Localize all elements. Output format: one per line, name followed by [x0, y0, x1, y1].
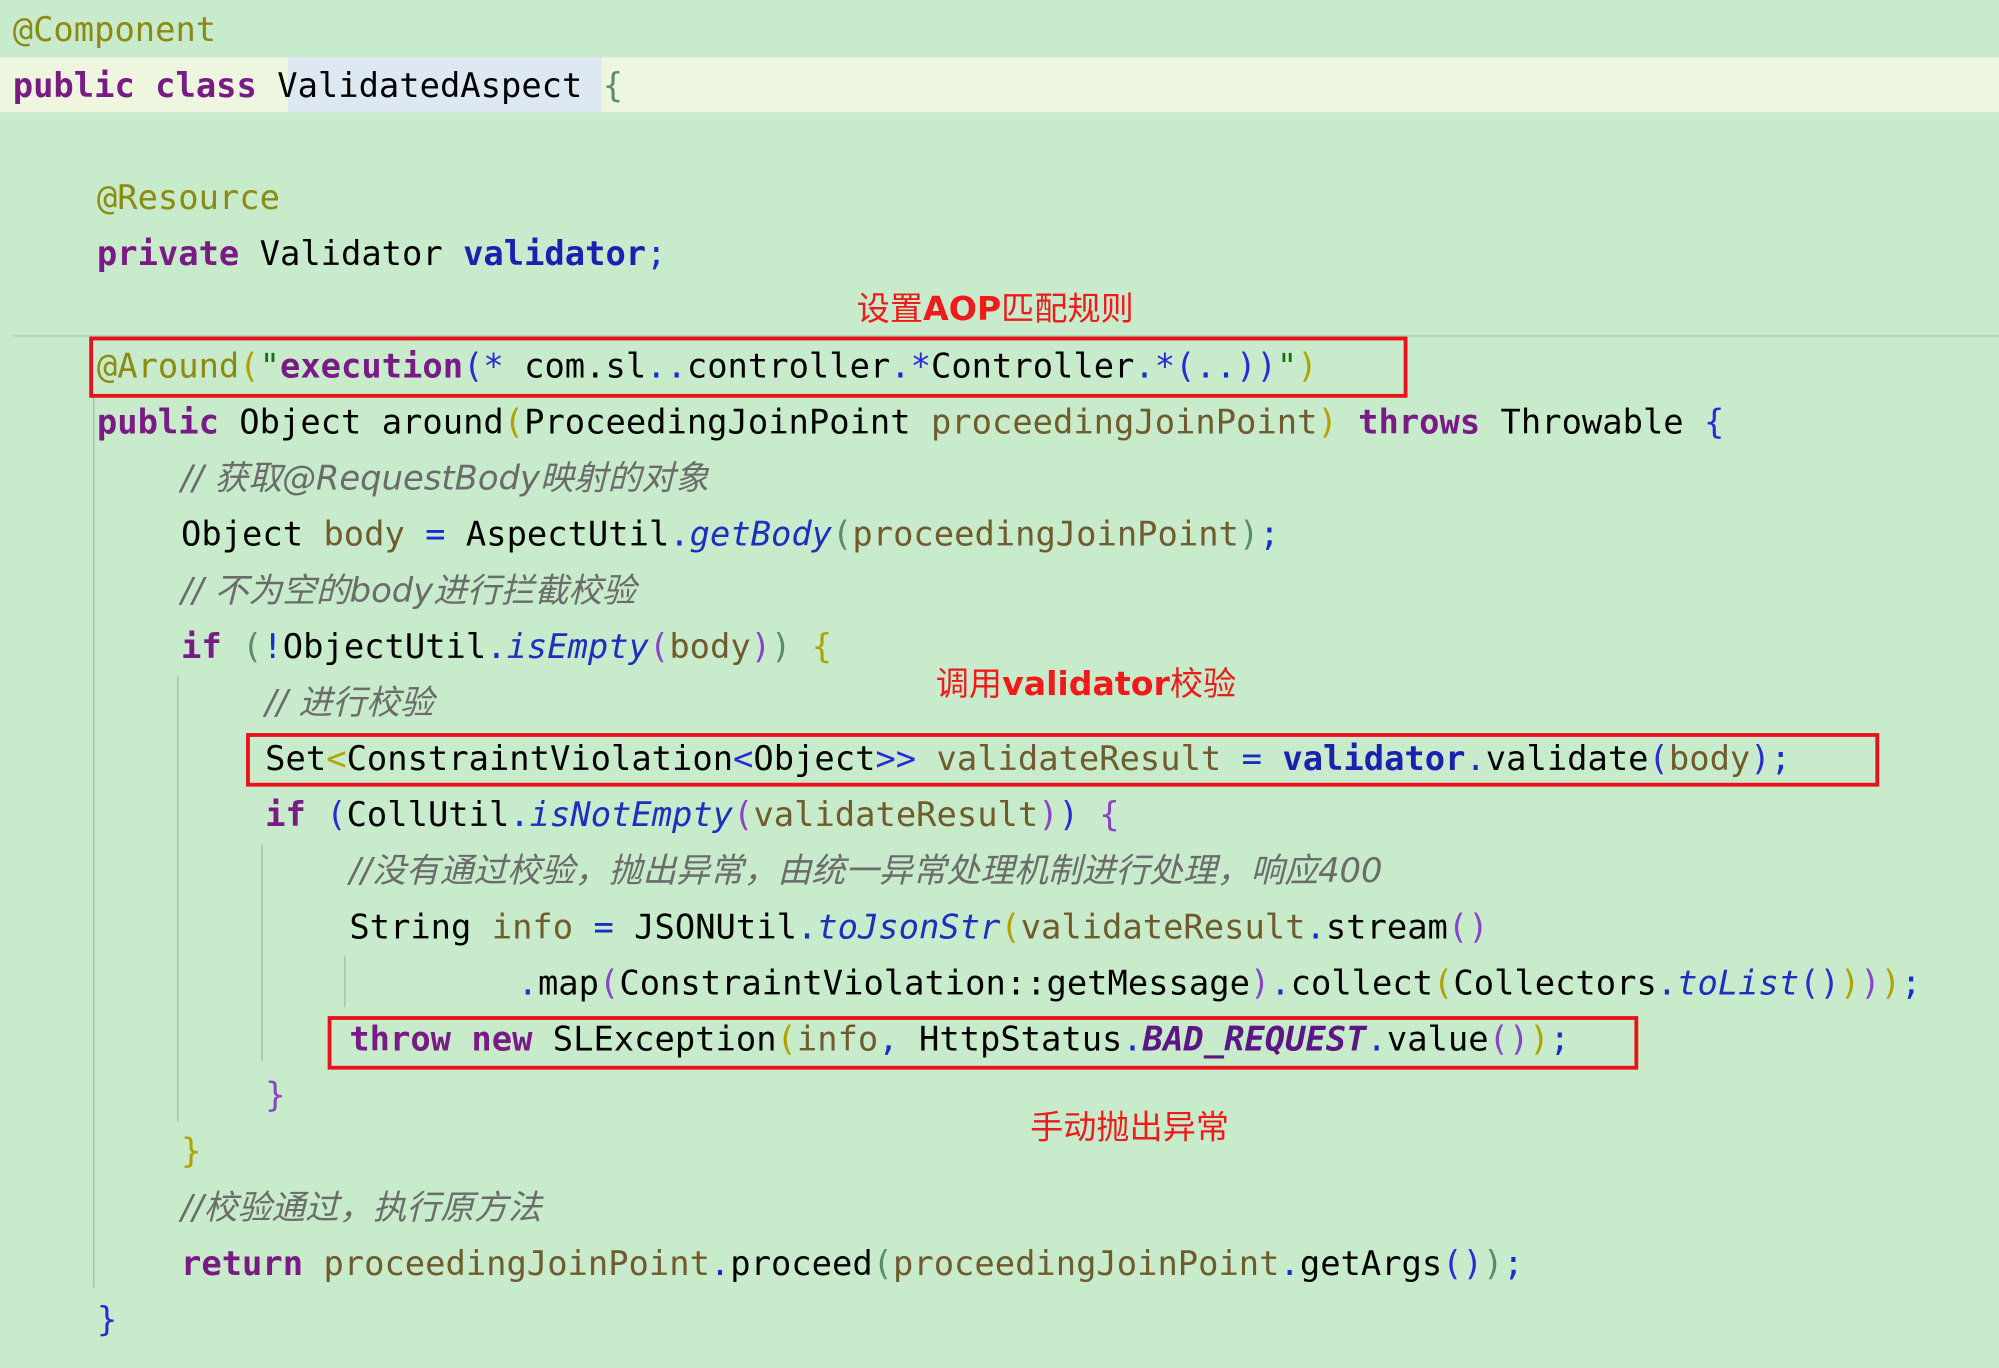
code-line-13: if (CollUtil.isNotEmpty(validateResult))… — [265, 795, 1120, 836]
code-line-8: Object body = AspectUtil.getBody(proceed… — [181, 515, 1280, 555]
code-line-2: public class ValidatedAspect { — [13, 59, 623, 115]
code-line-20: //校验通过，执行原方法 — [181, 1181, 542, 1237]
field-name: validator — [463, 234, 647, 275]
brace: { — [602, 66, 624, 106]
code-line-6: public Object around(ProceedingJoinPoint… — [96, 402, 1725, 443]
local-variable: info — [491, 907, 574, 948]
code-line-7: // 获取@RequestBody映射的对象 — [181, 451, 709, 507]
static-method: toList — [1677, 963, 1800, 1004]
keyword: if — [265, 795, 306, 836]
code-line-19: } — [181, 1132, 202, 1172]
indent-guide — [261, 843, 263, 1061]
indent-guide — [93, 395, 95, 1288]
keyword: private — [96, 234, 240, 275]
code-line-15: String info = JSONUtil.toJsonStr(validat… — [349, 907, 1489, 948]
keyword: return — [181, 1244, 304, 1284]
indent-guide — [344, 956, 346, 1008]
code-line-18: } — [265, 1076, 286, 1116]
call-validator-note: 调用validator校验 — [935, 665, 1237, 704]
code-line-14: //没有通过校验，抛出异常，由统一异常处理机制进行处理，响应400 — [349, 844, 1382, 900]
static-method: toJsonStr — [817, 907, 1001, 948]
code-line-10: if (!ObjectUtil.isEmpty(body)) { — [181, 627, 833, 667]
keyword: class — [155, 66, 257, 106]
keyword: if — [181, 627, 222, 667]
aop-rule-note: 设置AOP匹配规则 — [856, 290, 1134, 329]
around-annotation-highlight-box — [89, 336, 1408, 398]
static-method: isNotEmpty — [529, 795, 734, 836]
throw-manual-note: 手动抛出异常 — [1030, 1109, 1230, 1148]
code-line-9: // 不为空的body进行拦截校验 — [181, 564, 636, 620]
parameter-name: proceedingJoinPoint — [930, 402, 1318, 443]
indent-guide — [177, 675, 179, 1122]
validate-call-highlight-box — [246, 733, 1880, 787]
method-reference: ConstraintViolation::getMessage — [619, 963, 1250, 1004]
semicolon: ; — [646, 234, 667, 275]
annotation-token: @Resource — [96, 178, 280, 219]
comment: //没有通过校验，抛出异常，由统一异常处理机制进行处理，响应400 — [349, 851, 1383, 892]
method-name: around — [381, 402, 504, 443]
comment: //校验通过，执行原方法 — [181, 1188, 542, 1228]
class-name: ValidatedAspect — [277, 66, 583, 106]
code-line-1: @Component — [13, 3, 216, 59]
type-name: Validator — [259, 234, 443, 275]
code-editor[interactable]: @Component public class ValidatedAspect … — [0, 0, 1999, 1368]
keyword: public — [12, 66, 135, 106]
code-line-16: .map(ConstraintViolation::getMessage).co… — [517, 963, 1922, 1004]
local-variable: body — [323, 515, 405, 555]
comment: // 获取@RequestBody映射的对象 — [181, 458, 709, 499]
code-line-11: // 进行校验 — [265, 676, 434, 732]
code-line-21: return proceedingJoinPoint.proceed(proce… — [181, 1244, 1524, 1284]
comment: // 进行校验 — [265, 683, 434, 723]
keyword: public — [96, 402, 219, 443]
keyword: throws — [1358, 402, 1481, 443]
annotation-token: @Component — [12, 10, 217, 50]
comment: // 不为空的body进行拦截校验 — [181, 571, 636, 611]
static-method: isEmpty — [506, 627, 649, 667]
throw-statement-highlight-box — [327, 1016, 1639, 1070]
code-line-4: private Validator validator; — [97, 227, 667, 283]
code-line-3: @Resource — [97, 171, 280, 227]
static-method: getBody — [689, 515, 833, 555]
code-line-22: } — [96, 1300, 118, 1340]
